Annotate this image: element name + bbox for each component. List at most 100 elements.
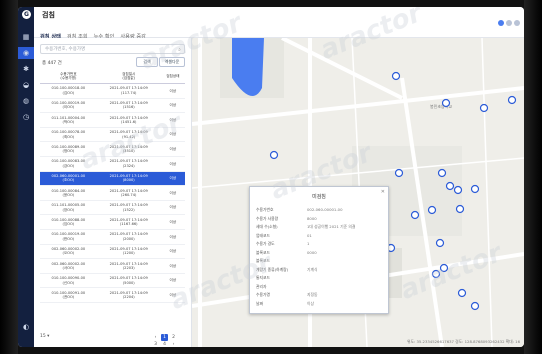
column-header: 검침상태 — [160, 69, 185, 84]
info-row: 통지코드 — [256, 275, 382, 281]
table-row[interactable]: 010-100-00018-00 (김OO) 2021-09-07 17:14:09… — [40, 83, 185, 99]
meter-marker[interactable] — [435, 238, 445, 248]
page-button[interactable]: ‹ — [152, 334, 159, 341]
search-icon[interactable]: ⌕ — [178, 45, 181, 55]
table-cell: 이상 — [160, 156, 185, 172]
info-row: 블록코드 — [256, 258, 382, 264]
search-input[interactable]: 수용가번호, 수용가명 ⌕ — [40, 44, 185, 54]
table-cell: 2021-09-07 17:14:09 (2324) — [96, 156, 161, 172]
globe-icon[interactable]: ◍ — [22, 97, 30, 105]
info-row: 관리자 — [256, 284, 382, 290]
info-key: 통지코드 — [256, 275, 270, 280]
clock-icon[interactable]: ◷ — [22, 113, 30, 121]
table-cell: 이상 — [160, 287, 185, 303]
table-cell: 010-100-00088-00 (임OO) — [40, 214, 97, 230]
meter-marker[interactable] — [479, 103, 489, 113]
table-cell: 이상 — [160, 112, 185, 128]
page-button[interactable]: 3 — [152, 341, 159, 347]
page-button[interactable]: 2 — [170, 334, 177, 341]
info-key: 날짜 — [256, 300, 263, 306]
map-view[interactable]: 봉민초등학교 미검침 ✕ 수용가번호 002-060-00001-00 수용가 사용… — [192, 38, 524, 347]
close-icon[interactable]: ✕ — [381, 189, 385, 195]
table-cell: 010-100-00090-00 (신OO) — [40, 273, 97, 289]
column-header: 수용가번호 (수용가명) — [40, 69, 97, 84]
meter-marker[interactable] — [453, 185, 463, 195]
meter-marker[interactable] — [441, 98, 451, 108]
meter-marker[interactable] — [391, 71, 401, 81]
excel-download-button[interactable]: 엑셀다운 — [159, 57, 185, 67]
info-key: 계량기 종류(하계량) — [256, 266, 289, 272]
power-icon[interactable]: ◐ — [22, 323, 30, 331]
meter-marker[interactable] — [457, 288, 467, 298]
right-bezel — [524, 0, 542, 354]
table-row[interactable]: 010-100-00088-00 (임OO) 2021-09-07 17:14:09… — [40, 214, 185, 230]
table-row[interactable]: 002-060-00001-00 (조OO) 2021-09-07 17:14:09… — [40, 171, 185, 187]
meter-marker[interactable] — [410, 210, 420, 220]
table-row[interactable]: 002-060-00002-00 (서OO) 2021-09-07 17:14:09… — [40, 258, 185, 274]
meter-marker[interactable] — [507, 95, 517, 105]
info-row: 수용가명 지정동 — [256, 292, 382, 298]
page-button[interactable]: › — [170, 341, 177, 347]
table-row[interactable]: 010-100-00019-00 (이OO) 2021-09-07 17:14:09… — [40, 98, 185, 114]
table-row[interactable]: 011-101-00005-00 (장OO) 2021-09-07 17:14:09… — [40, 200, 185, 216]
table-cell: 이상 — [160, 273, 185, 289]
info-row: 수용가 경도 1 — [256, 241, 382, 247]
table-row[interactable]: 010-100-00090-00 (신OO) 2021-09-07 17:14:09… — [40, 273, 185, 289]
meter-marker[interactable] — [455, 204, 465, 214]
table-row[interactable]: 010-100-00089-00 (정OO) 2021-09-07 17:14:09… — [40, 141, 185, 157]
tab-bar: 검침 상태 검침 조회 누수 확인 사용량 증감 — [34, 23, 524, 40]
table-row[interactable]: 010-100-00019-00 (한OO) 2021-09-07 17:14:09… — [40, 229, 185, 245]
table-row[interactable]: 010-100-00078-00 (최OO) 2021-09-07 17:14:09… — [40, 127, 185, 143]
meter-marker[interactable] — [427, 205, 437, 215]
table-cell: 이상 — [160, 171, 185, 187]
search-button[interactable]: 검색 — [136, 57, 158, 67]
info-key: 업태코드 — [256, 232, 270, 238]
calendar-icon[interactable]: ▦ — [22, 33, 30, 41]
table-cell: 이상 — [160, 214, 185, 230]
gear-icon[interactable]: ✱ — [22, 65, 30, 73]
info-key: 수용가 경도 — [256, 241, 275, 246]
table-row[interactable]: 011-101-00004-00 (박OO) 2021-09-07 17:14:09… — [40, 112, 185, 128]
info-value: 지정동 — [307, 292, 318, 297]
table-cell: 이상 — [160, 200, 185, 216]
meter-marker[interactable] — [437, 168, 447, 178]
table-cell: 2021-09-07 17:14:09 (5000) — [96, 273, 161, 289]
table-cell: 2021-09-07 17:14:09 (3510) — [96, 141, 161, 157]
info-key: 블록코드 — [256, 249, 270, 255]
table-cell: 2021-09-07 17:14:09 (8000) — [96, 171, 161, 187]
meter-marker[interactable] — [439, 263, 449, 273]
users-icon[interactable]: ◒ — [22, 81, 30, 89]
table-cell: 010-100-00078-00 (최OO) — [40, 127, 97, 143]
info-key: 수용가번호 — [256, 207, 274, 212]
result-count: 총 447 건 — [42, 61, 62, 66]
table-cell: 이상 — [160, 98, 185, 114]
meter-marker[interactable] — [269, 150, 279, 160]
meter-icon[interactable]: ◉ — [18, 47, 34, 59]
table-row[interactable]: 010-100-00091-00 (권OO) 2021-09-07 17:14:09… — [40, 287, 185, 303]
page-button[interactable]: 4 — [161, 341, 168, 347]
table-cell: 002-060-00002-00 (서OO) — [40, 258, 97, 274]
meter-marker[interactable] — [394, 168, 404, 178]
page-size-select[interactable]: 15 ▾ — [40, 334, 49, 339]
search-placeholder: 수용가번호, 수용가명 — [45, 47, 86, 52]
meter-marker[interactable] — [470, 301, 480, 311]
table-cell: 2021-09-07 17:14:09 (1167.66) — [96, 214, 161, 230]
table-cell: 2021-09-07 17:14:09 (2203) — [96, 258, 161, 274]
table-row[interactable]: 010-100-00084-00 (윤OO) 2021-09-07 17:14:09… — [40, 185, 185, 201]
meter-marker[interactable] — [431, 269, 441, 279]
page-button[interactable]: 1 — [161, 334, 168, 341]
meter-marker[interactable] — [470, 184, 480, 194]
table-cell: 2021-09-07 17:14:09 (1516) — [96, 98, 161, 114]
info-value: 0000 — [307, 249, 317, 255]
table-row[interactable]: 002-060-00002-00 (오OO) 2021-09-07 17:14:09… — [40, 244, 185, 260]
table-cell: 이상 — [160, 229, 185, 245]
info-row: 계량기 종류(하계량) 기계식 — [256, 267, 382, 273]
top-bar: 검침 G — [22, 7, 524, 26]
table-cell: 이상 — [160, 244, 185, 260]
meter-marker[interactable] — [445, 181, 455, 191]
table-cell: 이상 — [160, 258, 185, 274]
left-bezel — [0, 0, 18, 354]
table-row[interactable]: 010-100-00083-00 (강OO) 2021-09-07 17:14:09… — [40, 156, 185, 172]
info-key: 수용가 사용량 — [256, 215, 279, 221]
table-cell: 이상 — [160, 127, 185, 143]
